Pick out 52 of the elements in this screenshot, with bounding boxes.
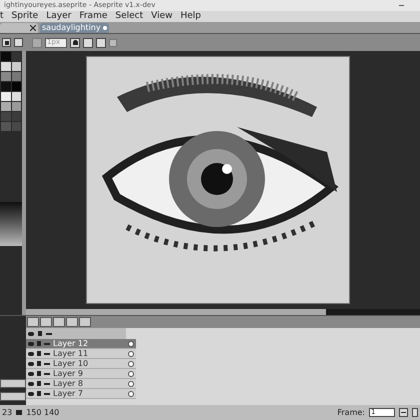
panel-button[interactable] xyxy=(0,379,26,388)
palette-swatch[interactable] xyxy=(1,72,10,81)
playback-button[interactable] xyxy=(40,317,52,327)
layer-name: Layer 7 xyxy=(53,388,84,400)
layer-row[interactable]: Layer 7 xyxy=(26,389,136,399)
playback-button[interactable] xyxy=(79,317,91,327)
playback-button[interactable] xyxy=(53,317,65,327)
palette-swatch[interactable] xyxy=(1,112,10,121)
palette-swatch[interactable] xyxy=(1,82,10,91)
cursor-position: 23 xyxy=(2,406,12,418)
add-frame-button[interactable] xyxy=(399,408,408,417)
palette-swatch[interactable] xyxy=(12,112,21,121)
layer-name: Layer 11 xyxy=(53,348,90,360)
palette-swatch[interactable] xyxy=(1,122,10,131)
layer-name: Layer 10 xyxy=(53,358,90,370)
layer-name: Layer 8 xyxy=(53,378,84,390)
layer-name: Layer 12 xyxy=(53,338,90,350)
palette-swatch[interactable] xyxy=(12,102,21,111)
tab[interactable]: saudaylightiny xyxy=(40,23,109,33)
frame-options-button[interactable] xyxy=(412,408,418,417)
palette-swatch[interactable] xyxy=(1,102,10,111)
layer-row[interactable]: Layer 11 xyxy=(26,349,136,359)
layer-row[interactable]: Layer 10 xyxy=(26,359,136,369)
layer-row[interactable]: Layer 8 xyxy=(26,379,136,389)
palette-swatch[interactable] xyxy=(1,62,10,71)
color-preview[interactable] xyxy=(0,202,22,246)
menu-item[interactable]: Help xyxy=(180,10,202,24)
palette-swatch[interactable] xyxy=(1,92,10,101)
sprite-size: 150 140 xyxy=(26,406,60,418)
menu-item[interactable]: Frame xyxy=(79,10,108,24)
scroll-bar[interactable] xyxy=(26,309,420,315)
palette-swatch[interactable] xyxy=(12,122,21,131)
playback-button[interactable] xyxy=(27,317,39,327)
palette-swatch[interactable] xyxy=(1,52,10,61)
palette-swatch[interactable] xyxy=(12,72,21,81)
menu-item[interactable]: Sprite xyxy=(12,10,38,24)
palette-swatch[interactable] xyxy=(12,52,21,61)
palette-swatch[interactable] xyxy=(12,92,21,101)
frame-label: Frame: xyxy=(337,406,365,418)
layer-name: Layer 9 xyxy=(53,368,84,380)
layer-row[interactable]: Layer 9 xyxy=(26,369,136,379)
menu-item[interactable]: View xyxy=(151,10,172,24)
menu-item[interactable]: Select xyxy=(115,10,144,24)
panel-button[interactable] xyxy=(0,392,26,401)
menu-item[interactable]: Layer xyxy=(46,10,72,24)
tab[interactable] xyxy=(0,23,38,33)
layer-row[interactable]: Layer 12 xyxy=(26,339,136,349)
menu-item[interactable]: t xyxy=(0,10,4,24)
playback-button[interactable] xyxy=(66,317,78,327)
close-icon[interactable] xyxy=(30,25,36,31)
palette-swatch[interactable] xyxy=(12,62,21,71)
palette-swatch[interactable] xyxy=(12,82,21,91)
